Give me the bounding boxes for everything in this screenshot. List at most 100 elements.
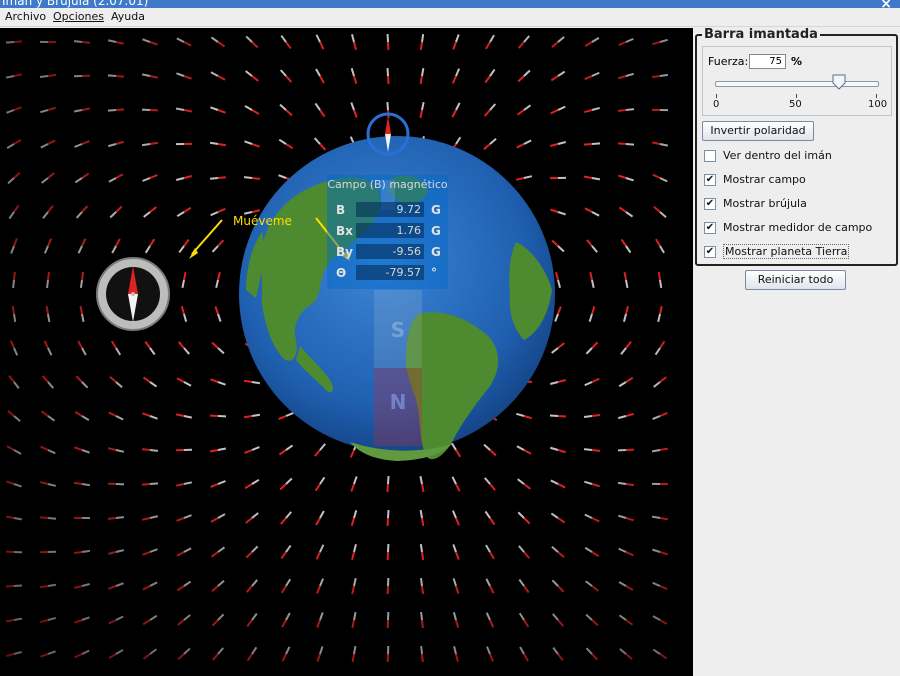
field-needle-south [622, 313, 627, 322]
meter-row-by: By -9.56 G [327, 243, 448, 261]
bar-magnet[interactable]: S N [374, 290, 422, 446]
checkbox-label: Mostrar campo [723, 173, 806, 186]
field-needle-north [210, 378, 219, 383]
field-needle-north [353, 75, 358, 84]
field-needle-north [251, 41, 259, 49]
field-needle-south [485, 578, 491, 587]
checkbox[interactable]: ✔ [704, 198, 716, 210]
field-needle-north [657, 271, 661, 281]
field-needle-south [353, 476, 358, 485]
field-needle-north [659, 585, 668, 591]
field-needle-north [13, 171, 21, 179]
field-needle-south [175, 107, 185, 111]
field-needle-south [625, 108, 635, 111]
field-needle-north [79, 305, 83, 315]
strength-input[interactable] [749, 54, 786, 69]
field-needle-south [149, 548, 158, 553]
field-needle-north [386, 483, 389, 493]
checkbox[interactable] [704, 150, 716, 162]
field-needle-north [149, 206, 157, 213]
field-needle-south [489, 68, 496, 77]
field-needle-south [42, 211, 49, 219]
field-needle-south [245, 35, 253, 43]
field-needle-south [13, 617, 23, 621]
field-needle-south [523, 69, 531, 77]
field-needle-south [183, 514, 192, 519]
field-needle-south [419, 509, 423, 519]
field-needle-south [585, 580, 593, 587]
field-needle-south [455, 136, 462, 145]
field-needle-north [278, 449, 287, 456]
field-needle-north [183, 75, 192, 80]
field-needle-south [551, 579, 559, 587]
simulation-canvas[interactable]: Campo (B) magnético B 9.72 G Bx 1.76 G B… [0, 28, 693, 676]
field-needle-south [217, 513, 226, 519]
field-needle-south [251, 646, 258, 655]
field-needle-north [40, 619, 49, 624]
field-needle-north [659, 517, 669, 521]
meter-label: Bx [336, 224, 353, 238]
flip-polarity-button[interactable]: Invertir polaridad [702, 121, 814, 141]
field-needle-south [251, 381, 261, 385]
pole-n-label: N [389, 390, 407, 414]
checkbox[interactable]: ✔ [704, 222, 716, 234]
field-needle-north [7, 410, 15, 417]
field-needle-north [108, 653, 117, 659]
field-needle-south [523, 139, 532, 145]
field-needle-north [353, 109, 358, 118]
field-needle-south [176, 37, 185, 43]
strength-slider[interactable] [715, 81, 879, 87]
field-needle-south [13, 381, 20, 389]
checkbox[interactable]: ✔ [704, 246, 716, 258]
field-needle-south [108, 177, 117, 183]
field-needle-north [141, 517, 151, 521]
field-needle-north [176, 517, 185, 522]
field-needle-south [557, 211, 566, 216]
close-icon[interactable]: × [880, 0, 892, 8]
field-needle-north [314, 449, 321, 457]
field-needle-south [585, 613, 593, 621]
reset-all-button[interactable]: Reiniciar todo [745, 270, 846, 290]
field-needle-south [557, 36, 565, 43]
field-needle-north [583, 143, 593, 146]
meter-row-b: B 9.72 G [327, 201, 448, 219]
field-needle-north [115, 205, 123, 213]
field-needle-north [142, 653, 151, 660]
field-needle-south [141, 143, 151, 147]
field-needle-south [652, 415, 661, 420]
field-needle-south [183, 415, 193, 419]
field-needle-south [13, 584, 23, 587]
field-needle-north [351, 551, 355, 560]
field-needle-south [420, 645, 423, 655]
field-needle-north [5, 585, 15, 588]
field-needle-south [518, 578, 525, 587]
field-needle-south [81, 381, 89, 389]
field-needle-south [115, 549, 125, 553]
field-needle-north [278, 415, 287, 421]
field-needle-south [453, 645, 457, 655]
field-needle-north [217, 143, 227, 147]
field-needle-south [485, 544, 491, 553]
field-needle-north [149, 75, 159, 79]
field-needle-north [47, 205, 54, 213]
field-meter[interactable]: Campo (B) magnético B 9.72 G Bx 1.76 G B… [327, 175, 448, 289]
checkbox[interactable]: ✔ [704, 174, 716, 186]
field-needle-south [518, 612, 525, 621]
field-needle-north [591, 377, 600, 383]
menu-ayuda[interactable]: Ayuda [111, 10, 145, 23]
checkbox-label: Mostrar planeta Tierra [723, 244, 850, 259]
meter-row-bx: Bx 1.76 G [327, 222, 448, 240]
field-needle-south [10, 245, 15, 254]
field-needle-south [115, 381, 123, 388]
menu-archivo[interactable]: Archivo [5, 10, 46, 23]
field-needle-north [47, 74, 57, 77]
compass[interactable] [96, 257, 170, 331]
field-needle-north [316, 619, 321, 628]
menu-opciones[interactable]: Opciones [53, 10, 104, 23]
field-needle-north [183, 206, 192, 213]
field-needle-north [47, 172, 55, 179]
field-needle-south [115, 347, 122, 356]
slider-thumb[interactable] [832, 74, 846, 90]
field-needle-south [115, 582, 124, 587]
field-needle-north [183, 175, 192, 179]
